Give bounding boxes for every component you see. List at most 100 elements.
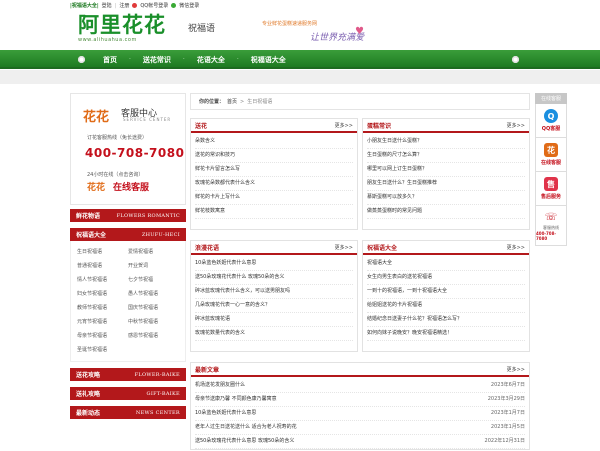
section-bar-label: 送花攻略 [76,372,101,379]
list-item[interactable]: 女生向男生表白的送花祝福语 [367,271,525,285]
tag-link[interactable]: 情人节祝福语 [77,273,128,287]
qq-icon [132,3,138,8]
list-item[interactable]: 鲜花的卡片上写什么 [195,191,353,205]
breadcrumb-home[interactable]: 首页 [227,98,237,105]
list-item[interactable]: 玫瑰花朵数都代表什么含义 [195,177,353,191]
wechat-login-link[interactable]: 微信登录 [179,2,199,9]
list-item[interactable]: 送花的常识和技巧 [195,149,353,163]
logo-text: 阿里花花 [78,12,166,37]
tag-link[interactable]: 普通祝福语 [77,259,128,273]
breadcrumb-current: 生日祝福语 [247,99,273,105]
list-item[interactable]: 10朵蓝色妖姬代表什么意思 [195,257,353,271]
list-item[interactable]: 一到十的祝福语，一到十祝福语大全 [367,285,525,299]
service-title-en: SERVICE CENTER [123,117,172,122]
list-item[interactable]: 生日蛋糕的尺寸怎么算？ [367,149,525,163]
left-column: 花花 客服中心 SERVICE CENTER 订花客服热线（免长途费） 400-… [70,93,186,419]
nav-item-flower-language[interactable]: 花语大全 [185,55,237,65]
online-service-button[interactable]: 在线客服 [113,180,149,193]
list-item[interactable]: 鲜花枝数寓意 [195,205,353,219]
nav-item-flower-tips[interactable]: 送花常识 [131,55,183,65]
online-service-side-button[interactable]: 花 在线客服 [535,138,567,172]
list-item[interactable]: 鲜花卡片留言怎么写 [195,163,353,177]
more-link[interactable]: 更多>> [335,122,353,129]
news-date: 2023年1月5日 [490,424,525,430]
tag-link[interactable]: 中秋节祝福语 [128,315,179,329]
after-sales-button[interactable]: 售 售后服务 [535,172,567,206]
hotline-label: 订花客服热线（免长途费） [87,135,148,141]
site-link[interactable]: |祝福语大全| [70,2,99,9]
wechat-icon [171,3,177,8]
list-item[interactable]: 玫瑰花数量代表的含义 [195,327,353,341]
section-bar-label: 最新动态 [76,410,101,417]
tag-link[interactable]: 生日祝福语 [77,245,128,259]
qq-service-button[interactable]: Q QQ客服 [535,104,567,138]
panel-flowers: 送花 更多>> 朵数含义 送花的常识和技巧 鲜花卡片留言怎么写 玫瑰花朵数都代表什… [190,118,358,230]
tag-link[interactable]: 七夕节祝福 [128,273,179,287]
tag-link[interactable]: 开业贺词 [128,259,179,273]
list-item[interactable]: 碎冰蓝玫瑰花语 [195,313,353,327]
more-link[interactable]: 更多>> [507,244,525,251]
online-label: 24小时在线（点击咨询） [87,172,144,178]
tag-link[interactable]: 爱情祝福语 [128,245,179,259]
panel-blessings: 祝福语大全 更多>> 祝福语大全 女生向男生表白的送花祝福语 一到十的祝福语，一到… [362,240,530,352]
banner: 让世界充满爱 ♥ [310,26,364,46]
nav-item-home[interactable]: 首页 [85,55,129,65]
list-item[interactable]: 碎冰蓝玫瑰代表什么含义，可以送男朋友吗 [195,285,353,299]
section-bar-flowers[interactable]: 鲜花物语 FLOWERS ROMANTIC [70,209,186,222]
nav-item-blessings[interactable]: 祝福语大全 [239,55,298,65]
tag-link[interactable]: 愚人节祝福语 [128,287,179,301]
nav-ball-icon [78,56,85,63]
phone-box[interactable]: ☏ 客服热线 400-708-7080 [535,206,567,246]
news-item[interactable]: 母亲节送康乃馨 不同颜色康乃馨寓意 2023年3月29日 [195,393,525,407]
list-item[interactable]: 结婚纪念日送妻子什么花？祝福语怎么写？ [367,313,525,327]
tag-link[interactable]: 母亲节祝福语 [77,329,128,343]
tag-link[interactable]: 国庆节祝福语 [128,301,179,315]
breadcrumb: 你的位置： 首页 > 生日祝福语 [190,93,530,110]
tag-link[interactable]: 元宵节祝福语 [77,315,128,329]
news-item[interactable]: 送50朵玫瑰花代表什么意思 玫瑰50朵的含义 2022年12月31日 [195,435,525,449]
list-item[interactable]: 哪里可以网上订生日蛋糕？ [367,163,525,177]
list-item[interactable]: 如何向妹子说晚安？晚安祝福语精选！ [367,327,525,341]
tag-link[interactable]: 妇女节祝福语 [77,287,128,301]
news-date: 2022年12月31日 [484,438,525,444]
section-bar-en: NEWS CENTER [135,409,180,416]
online-service-label: 在线客服 [540,160,561,166]
panel-title: 蛋糕常识 [367,122,392,130]
list-item[interactable]: 朋友生日送什么？生日蛋糕推荐 [367,177,525,191]
after-sales-label: 售后服务 [540,194,561,200]
blessing-tag-list: 生日祝福语 爱情祝福语 普通祝福语 开业贺词 情人节祝福语 七夕节祝福 妇女节祝… [70,241,186,362]
list-item[interactable]: 几朵玫瑰花代表一心一意的含义？ [195,299,353,313]
list-item[interactable]: 给姐姐送花的卡片祝福语 [367,299,525,313]
list-item[interactable]: 送50朵玫瑰花代表什么 玫瑰50朵的含义 [195,271,353,285]
section-bar-news[interactable]: 最新动态 NEWS CENTER [70,406,186,419]
tag-link[interactable]: 圣诞节祝福语 [77,343,128,357]
register-link[interactable]: 注册 [119,2,129,9]
qq-login-link[interactable]: QQ帐号登录 [140,2,168,9]
list-item[interactable]: 慕斯蛋糕可以放多久？ [367,191,525,205]
login-link[interactable]: 登陆 [102,2,112,9]
section-bar-gift-guide[interactable]: 送礼攻略 GIFT-BAIKE [70,387,186,400]
tag-link[interactable]: 感恩节祝福语 [128,329,179,343]
more-link[interactable]: 更多>> [335,244,353,251]
news-item[interactable]: 机场送花发朋友圈什么 2023年6月7日 [195,379,525,393]
list-item[interactable]: 小朋友生日送什么蛋糕？ [367,135,525,149]
list-item[interactable]: 做蒸蒸蛋糕时的常见问题 [367,205,525,219]
tag-link[interactable]: 教师节祝福语 [77,301,128,315]
news-item[interactable]: 老年人过生日送花送什么 适合为老人祝寿的花 2023年1月5日 [195,421,525,435]
panel-title: 祝福语大全 [367,244,398,252]
news-item[interactable]: 10朵蓝色妖姬代表什么意思 2023年1月7日 [195,407,525,421]
site-logo[interactable]: 阿里花花 www.alihuahua.com [78,13,188,49]
more-link[interactable]: 更多>> [507,366,525,373]
more-link[interactable]: 更多>> [507,122,525,129]
hotline-phone[interactable]: 400-708-7080 [85,146,184,160]
list-item[interactable]: 祝福语大全 [367,257,525,271]
section-bar-blessings[interactable]: 祝福语大全 ZHUFU-HECI [70,228,186,241]
panel-news: 最新文章 更多>> 机场送花发朋友圈什么 2023年6月7日 母亲节送康乃馨 不同颜… [190,362,530,450]
online-logo: 花花 [87,183,106,193]
news-date: 2023年1月7日 [490,410,525,416]
list-item[interactable]: 朵数含义 [195,135,353,149]
breadcrumb-label: 你的位置： [199,99,225,105]
panel-title: 最新文章 [195,366,220,374]
sub-bar [0,70,600,84]
section-bar-flower-guide[interactable]: 送花攻略 FLOWER-BAIKE [70,368,186,381]
